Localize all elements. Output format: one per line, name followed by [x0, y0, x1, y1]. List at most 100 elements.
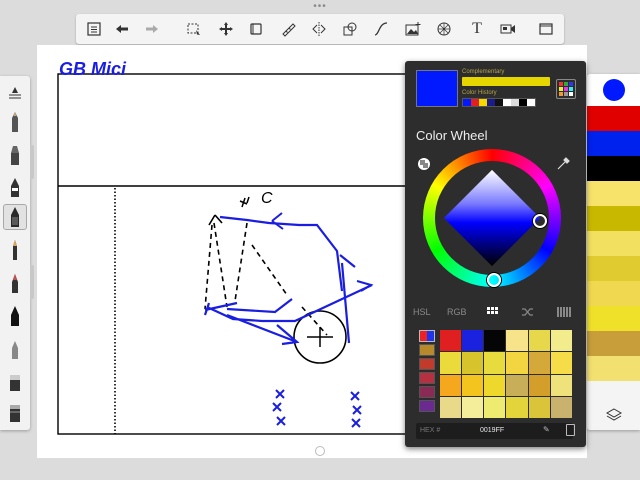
palette-thumb-5[interactable]: [419, 386, 435, 398]
tab-rgb[interactable]: RGB: [447, 307, 467, 317]
select-icon[interactable]: [182, 17, 206, 41]
palette-thumb-1[interactable]: [419, 330, 435, 342]
history-swatch[interactable]: [463, 99, 471, 106]
top-handle[interactable]: •••: [313, 2, 327, 12]
swatch-strip[interactable]: [587, 131, 640, 156]
pencil-brush-icon[interactable]: [3, 109, 27, 135]
symmetry-icon[interactable]: [307, 17, 331, 41]
palette-swatch[interactable]: [550, 374, 572, 396]
hex-value[interactable]: 0019FF: [480, 427, 504, 434]
palette-swatch[interactable]: [550, 396, 572, 418]
history-swatch[interactable]: [495, 99, 503, 106]
text-icon[interactable]: T: [465, 17, 489, 41]
palette-swatch[interactable]: [440, 352, 462, 374]
hue-wheel[interactable]: [423, 149, 561, 287]
brush-adjust-icon[interactable]: [3, 80, 27, 106]
hue-selector-ring[interactable]: [487, 273, 501, 287]
tab-hsl[interactable]: HSL: [413, 307, 431, 317]
complementary-color-bar[interactable]: [462, 77, 550, 86]
fountain-pen-icon[interactable]: [3, 303, 27, 329]
history-swatch[interactable]: [527, 99, 535, 106]
move-icon[interactable]: [214, 17, 238, 41]
sl-selector-ring[interactable]: [533, 214, 547, 228]
palette-swatch[interactable]: [484, 396, 506, 418]
palette-swatch[interactable]: [462, 396, 484, 418]
airbrush-icon[interactable]: [3, 174, 27, 200]
soft-brush-icon[interactable]: [3, 336, 27, 362]
history-swatch[interactable]: [519, 99, 527, 106]
swatch-strip[interactable]: [587, 181, 640, 206]
tab-palette[interactable]: [487, 307, 498, 320]
transparency-icon[interactable]: [416, 156, 432, 172]
palette-swatch[interactable]: [462, 374, 484, 396]
redo-icon[interactable]: [140, 17, 164, 41]
palette-thumb-2[interactable]: [419, 344, 435, 356]
palette-swatch[interactable]: [462, 352, 484, 374]
swatch-strip[interactable]: [587, 256, 640, 281]
palette-swatch[interactable]: [550, 330, 572, 352]
swatch-strip-icon[interactable]: [557, 307, 571, 319]
current-color-swatch[interactable]: [416, 70, 458, 107]
palette-thumb-6[interactable]: [419, 400, 435, 412]
swatch-strip[interactable]: [587, 206, 640, 231]
eraser-icon[interactable]: [3, 368, 27, 394]
swatch-strip[interactable]: [587, 331, 640, 356]
fine-brush-icon[interactable]: [3, 270, 27, 296]
eyedropper-icon[interactable]: [555, 156, 571, 172]
marker-brush-icon[interactable]: [3, 142, 27, 168]
palette-swatch[interactable]: [440, 330, 462, 352]
ruler-icon[interactable]: [276, 17, 300, 41]
video-icon[interactable]: [496, 17, 520, 41]
list-icon[interactable]: [82, 17, 106, 41]
palette-swatch[interactable]: [484, 374, 506, 396]
current-color-puck[interactable]: [587, 74, 640, 106]
layers-icon[interactable]: [587, 400, 640, 430]
color-grid-icon[interactable]: [556, 79, 576, 99]
palette-swatch[interactable]: [484, 352, 506, 374]
swatch-strip[interactable]: [587, 231, 640, 256]
palette-swatch[interactable]: [528, 352, 550, 374]
palette-swatch[interactable]: [528, 374, 550, 396]
palette-swatch[interactable]: [440, 396, 462, 418]
brush-toolbar-tab-top[interactable]: [30, 145, 34, 179]
brush-toolbar-tab-bottom[interactable]: [30, 265, 34, 299]
edit-pencil-icon[interactable]: ✎: [543, 425, 550, 434]
history-swatch[interactable]: [511, 99, 519, 106]
palette-swatch[interactable]: [528, 330, 550, 352]
history-swatch[interactable]: [487, 99, 495, 106]
swatch-strip[interactable]: [587, 156, 640, 181]
smudge-icon[interactable]: [3, 399, 27, 425]
shuffle-icon[interactable]: [521, 307, 535, 319]
palette-swatch[interactable]: [506, 352, 528, 374]
image-icon[interactable]: [401, 17, 425, 41]
history-swatch[interactable]: [479, 99, 487, 106]
palette-swatch[interactable]: [506, 330, 528, 352]
swatch-strip[interactable]: [587, 306, 640, 331]
hex-input-bar[interactable]: HEX # 0019FF ✎: [416, 423, 575, 439]
palette-swatch[interactable]: [528, 396, 550, 418]
color-history-row[interactable]: [462, 98, 536, 107]
curve-icon[interactable]: [369, 17, 393, 41]
top-toolbar: T: [76, 14, 564, 44]
fullscreen-icon[interactable]: [534, 17, 558, 41]
palette-swatch[interactable]: [506, 374, 528, 396]
shape-icon[interactable]: [338, 17, 362, 41]
paintbrush-icon[interactable]: [3, 237, 27, 263]
palette-thumb-4[interactable]: [419, 372, 435, 384]
crop-icon[interactable]: [244, 17, 268, 41]
copy-icon[interactable]: [566, 424, 575, 436]
swatch-strip[interactable]: [587, 281, 640, 306]
palette-swatch[interactable]: [506, 396, 528, 418]
undo-icon[interactable]: [110, 17, 134, 41]
history-swatch[interactable]: [503, 99, 511, 106]
ink-pen-brush-icon[interactable]: [3, 204, 27, 230]
palette-swatch[interactable]: [440, 374, 462, 396]
perspective-icon[interactable]: [432, 17, 456, 41]
swatch-strip[interactable]: [587, 356, 640, 381]
palette-thumb-3[interactable]: [419, 358, 435, 370]
palette-swatch[interactable]: [484, 330, 506, 352]
palette-swatch[interactable]: [462, 330, 484, 352]
palette-swatch[interactable]: [550, 352, 572, 374]
history-swatch[interactable]: [471, 99, 479, 106]
swatch-strip[interactable]: [587, 106, 640, 131]
